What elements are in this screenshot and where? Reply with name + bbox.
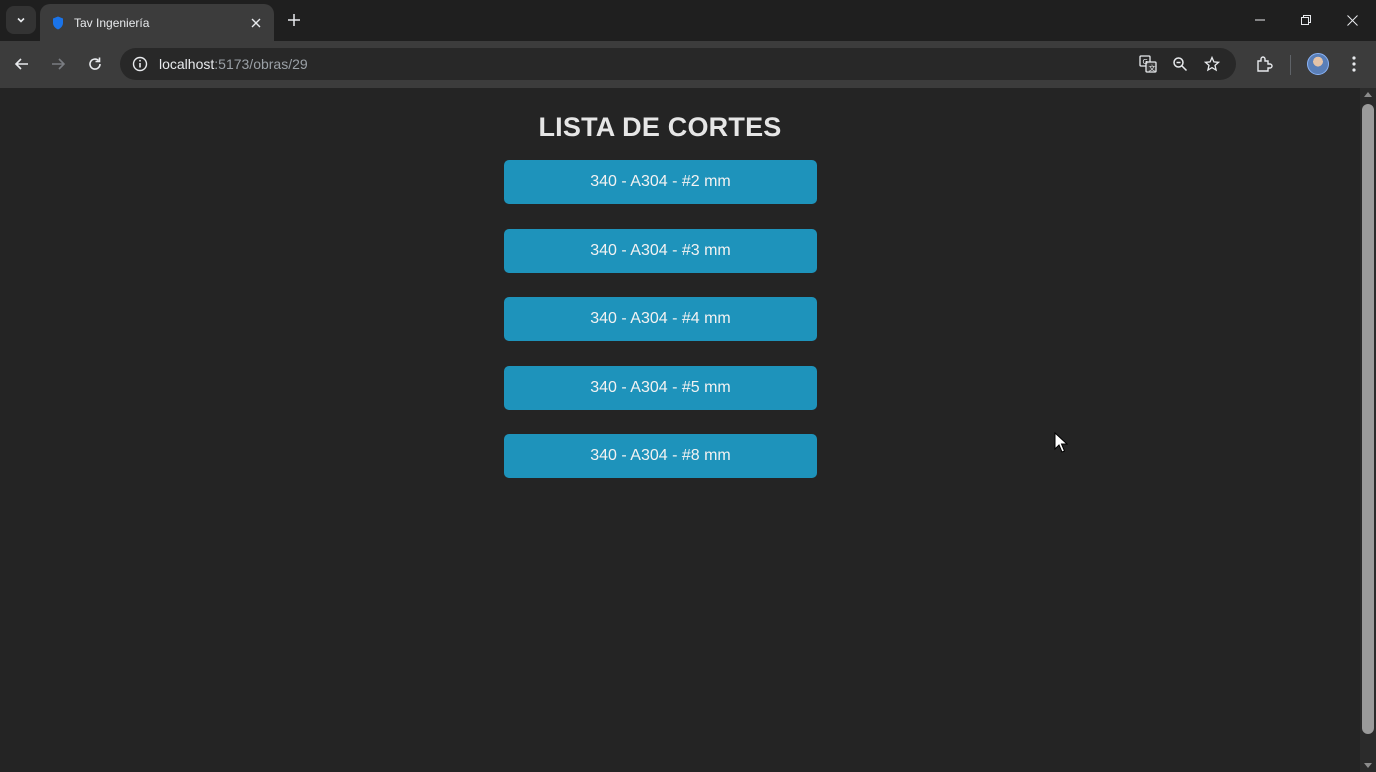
new-tab-button[interactable] (283, 9, 305, 31)
scroll-down-arrow-icon[interactable] (1364, 763, 1372, 768)
page-viewport: LISTA DE CORTES 340 - A304 - #2 mm 340 -… (0, 88, 1360, 772)
cut-button[interactable]: 340 - A304 - #3 mm (504, 228, 817, 273)
restore-icon (1301, 15, 1311, 25)
browser-tab-active[interactable]: Tav Ingeniería (40, 4, 274, 41)
url-host: localhost (159, 56, 215, 72)
page-title: LISTA DE CORTES (538, 112, 782, 142)
svg-text:G: G (1143, 58, 1148, 66)
bookmark-star-icon[interactable] (1202, 54, 1222, 74)
forward-button[interactable] (45, 51, 71, 77)
back-button[interactable] (9, 51, 35, 77)
chevron-down-icon (17, 17, 25, 23)
shield-icon (50, 15, 66, 31)
arrow-right-icon (52, 58, 66, 70)
tab-search-button[interactable] (6, 6, 36, 34)
url-path: :5173/obras/29 (214, 56, 308, 72)
toolbar-divider (1290, 55, 1291, 75)
mouse-cursor-icon (1054, 432, 1068, 453)
reload-icon (89, 57, 101, 70)
url-text: localhost:5173/obras/29 (159, 56, 308, 72)
puzzle-icon (1257, 56, 1273, 72)
cut-button[interactable]: 340 - A304 - #4 mm (504, 297, 817, 341)
browser-titlebar: Tav Ingeniería (0, 0, 1376, 41)
cut-button[interactable]: 340 - A304 - #5 mm (504, 365, 817, 410)
arrow-left-icon (14, 58, 28, 70)
cut-list: 340 - A304 - #2 mm 340 - A304 - #3 mm 34… (504, 160, 817, 503)
extensions-button[interactable] (1252, 52, 1276, 76)
cut-button[interactable]: 340 - A304 - #8 mm (504, 434, 817, 478)
site-info-icon[interactable] (130, 54, 150, 74)
zoom-icon[interactable] (1170, 54, 1190, 74)
profile-avatar[interactable] (1307, 53, 1329, 75)
scrollbar-thumb[interactable] (1362, 104, 1374, 734)
cut-button[interactable]: 340 - A304 - #2 mm (504, 160, 817, 204)
address-bar[interactable]: localhost:5173/obras/29 G文 (120, 48, 1236, 80)
scroll-up-arrow-icon[interactable] (1364, 92, 1372, 97)
restore-button[interactable] (1283, 0, 1329, 40)
plus-icon (288, 14, 300, 26)
minimize-button[interactable] (1237, 0, 1283, 40)
menu-button[interactable] (1342, 52, 1366, 76)
more-vert-icon (1352, 56, 1356, 72)
browser-toolbar: localhost:5173/obras/29 G文 (0, 41, 1376, 88)
reload-button[interactable] (82, 51, 108, 77)
minimize-icon (1255, 19, 1265, 21)
vertical-scrollbar[interactable] (1360, 88, 1376, 772)
svg-text:文: 文 (1149, 64, 1156, 73)
close-tab-icon[interactable] (246, 13, 266, 33)
close-icon (1346, 14, 1358, 26)
tab-title: Tav Ingeniería (74, 15, 150, 30)
close-window-button[interactable] (1329, 0, 1375, 40)
translate-icon[interactable]: G文 (1138, 54, 1158, 74)
